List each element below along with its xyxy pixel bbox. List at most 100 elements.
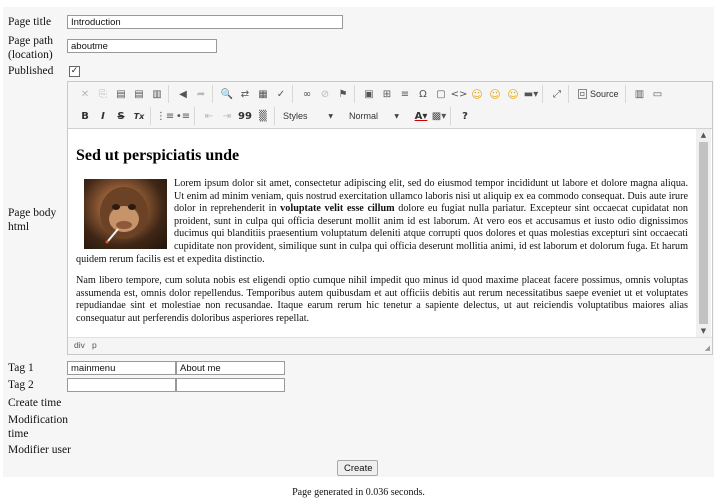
page-path-label-line1: Page path (8, 35, 54, 47)
table-icon[interactable]: ⊞ (379, 86, 395, 102)
image-icon[interactable]: ▣ (361, 86, 377, 102)
iframe-icon[interactable]: ▢ (433, 86, 449, 102)
rich-text-editor: ✕ ⎘ ▤ ▤ ▥ ◀ ➦ 🔍 ⇄ ▦ ✓ ∞ ⊘ ⚑ ▣ ⊞ ≡ Ω ▢ <>… (67, 81, 713, 355)
page-body-label-line1: Page body (8, 207, 57, 219)
smiley-icon-2[interactable]: ☺ (487, 86, 503, 102)
bulleted-list-icon[interactable]: •≡ (175, 108, 191, 124)
path-item-p[interactable]: p (92, 340, 97, 350)
indent-group: ⇤ ⇥ 99 ▒ (198, 107, 275, 125)
anchor-icon[interactable]: ⚑ (335, 86, 351, 102)
p1-bold-text: voluptate velit esse cillum (280, 203, 395, 215)
tag1-input-a[interactable] (67, 361, 176, 375)
redo-icon[interactable]: ➦ (193, 86, 209, 102)
scroll-down-icon[interactable]: ▼ (696, 325, 711, 337)
spellcheck-icon[interactable]: ✓ (273, 86, 289, 102)
content-paragraph-1: Lorem ipsum dolor sit amet, consectetur … (76, 178, 688, 266)
replace-icon[interactable]: ⇄ (237, 86, 253, 102)
editor-content[interactable]: Sed ut perspiciatis unde Lorem ipsum dol… (68, 129, 696, 337)
select-all-icon[interactable]: ▦ (255, 86, 271, 102)
smiley-icon[interactable]: ☺ (469, 86, 485, 102)
paste-icon[interactable]: ▤ (113, 86, 129, 102)
chevron-down-icon: ▼ (328, 112, 333, 120)
modifier-user-label: Modifier user (8, 444, 71, 456)
undo-icon[interactable]: ◀ (175, 86, 191, 102)
help-button[interactable]: ? (457, 108, 473, 124)
preview-icon[interactable]: ▭ (650, 86, 666, 102)
horizontal-rule-icon[interactable]: ≡ (397, 86, 413, 102)
indent-icon[interactable]: ⇥ (219, 108, 235, 124)
div-container-icon[interactable]: ▒ (255, 108, 271, 124)
create-button[interactable]: Create (337, 460, 378, 476)
published-checkbox[interactable]: ✓ (69, 66, 80, 77)
modification-time-label-line1: Modification (8, 414, 69, 426)
editor-scrollbar[interactable]: ▲ ▼ (696, 129, 711, 337)
undo-group: ◀ ➦ (172, 85, 213, 103)
show-blocks-icon[interactable]: ▥ (632, 86, 648, 102)
resize-handle-icon[interactable]: ◢ (705, 344, 710, 352)
element-path-bar: div p ◢ (68, 337, 712, 354)
paste-text-icon[interactable]: ▤ (131, 86, 147, 102)
chevron-down-icon: ▼ (394, 112, 399, 120)
strike-button[interactable]: S (113, 108, 129, 124)
text-color-icon[interactable]: A▾ (413, 108, 429, 124)
toolbar-row-1: ✕ ⎘ ▤ ▤ ▥ ◀ ➦ 🔍 ⇄ ▦ ✓ ∞ ⊘ ⚑ ▣ ⊞ ≡ Ω ▢ <>… (74, 84, 672, 104)
unlink-icon[interactable]: ⊘ (317, 86, 333, 102)
content-paragraph-2: Nam libero tempore, cum soluta nobis est… (76, 275, 688, 324)
scrollbar-thumb[interactable] (699, 142, 708, 324)
special-char-icon[interactable]: Ω (415, 86, 431, 102)
modification-time-label-line2: time (8, 428, 29, 440)
remove-format-button[interactable]: Tx (131, 108, 147, 124)
styles-dropdown[interactable]: Styles ▼ (278, 108, 338, 124)
tag2-input-a[interactable] (67, 378, 176, 392)
page: Page title Page path (location) Publishe… (0, 0, 717, 503)
scroll-up-icon[interactable]: ▲ (696, 129, 711, 141)
tag1-input-b[interactable] (176, 361, 285, 375)
create-time-label: Create time (8, 397, 62, 409)
blockquote-button[interactable]: 99 (237, 108, 253, 124)
insert-group: ▣ ⊞ ≡ Ω ▢ <> ☺ ☺ ☺ ▬▾ (358, 85, 543, 103)
clipboard-group: ✕ ⎘ ▤ ▤ ▥ (74, 85, 169, 103)
copy-icon[interactable]: ⎘ (95, 86, 111, 102)
link-icon[interactable]: ∞ (299, 86, 315, 102)
page-path-input[interactable] (67, 39, 217, 53)
outdent-icon[interactable]: ⇤ (201, 108, 217, 124)
page-body-label-line2: html (8, 221, 30, 233)
tag2-label: Tag 2 (8, 379, 34, 391)
page-body-label: Page body html (8, 206, 56, 234)
chimpanzee-image (84, 179, 167, 249)
bold-button[interactable]: B (77, 108, 93, 124)
maximize-group: ⤢ (546, 85, 569, 103)
source-button[interactable]: ▫ Source (574, 87, 623, 101)
page-title-input[interactable] (67, 15, 343, 29)
find-icon[interactable]: 🔍 (219, 86, 235, 102)
misc-group: ▥ ▭ (629, 85, 669, 103)
list-group: ⋮≡ •≡ (154, 107, 195, 125)
paste-word-icon[interactable]: ▥ (149, 86, 165, 102)
basic-style-group: B I S Tx (74, 107, 151, 125)
page-path-label: Page path (location) (8, 34, 53, 62)
tag1-label: Tag 1 (8, 362, 34, 374)
path-item-div[interactable]: div (74, 340, 85, 350)
modification-time-label: Modification time (8, 413, 68, 441)
page-path-label-line2: (location) (8, 49, 53, 61)
format-label: Normal (349, 111, 379, 121)
tag2-input-b[interactable] (176, 378, 285, 392)
insert-dropdown-icon[interactable]: ▬▾ (523, 86, 539, 102)
help-group: ? (454, 107, 476, 125)
published-label: Published (8, 65, 54, 77)
page-title-label: Page title (8, 16, 52, 28)
format-dropdown[interactable]: Normal ▼ (344, 108, 404, 124)
code-icon[interactable]: <> (451, 86, 468, 102)
italic-button[interactable]: I (95, 108, 111, 124)
page-generated-footer: Page generated in 0.036 seconds. (292, 487, 425, 498)
cut-icon[interactable]: ✕ (77, 86, 93, 102)
source-group: ▫ Source (572, 85, 626, 103)
link-group: ∞ ⊘ ⚑ (296, 85, 355, 103)
editor-toolbar: ✕ ⎘ ▤ ▤ ▥ ◀ ➦ 🔍 ⇄ ▦ ✓ ∞ ⊘ ⚑ ▣ ⊞ ≡ Ω ▢ <>… (68, 82, 712, 129)
maximize-icon[interactable]: ⤢ (549, 86, 565, 102)
smiley-icon-3[interactable]: ☺ (505, 86, 521, 102)
toolbar-row-2: B I S Tx ⋮≡ •≡ ⇤ ⇥ 99 ▒ Styles ▼ Normal … (74, 106, 479, 126)
numbered-list-icon[interactable]: ⋮≡ (156, 108, 174, 124)
content-heading: Sed ut perspiciatis unde (76, 147, 240, 164)
background-color-icon[interactable]: ▩▾ (431, 108, 447, 124)
